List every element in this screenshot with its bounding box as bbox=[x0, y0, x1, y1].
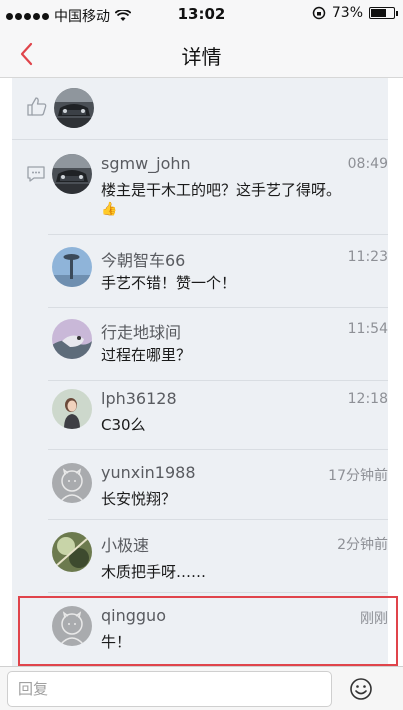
thumbs-up-emoji: 👍 bbox=[101, 202, 118, 217]
divider bbox=[48, 592, 388, 593]
likes-row bbox=[12, 78, 388, 140]
comment-time: 17分钟前 bbox=[328, 468, 388, 484]
comment-item[interactable]: 行走地球间 11:54 过程在哪里？ bbox=[52, 319, 388, 369]
divider bbox=[48, 519, 388, 520]
user-avatar[interactable] bbox=[52, 389, 92, 429]
comment-item[interactable]: yunxin1988 17分钟前 长安悦翔？ bbox=[52, 463, 388, 513]
battery-percent: 73% bbox=[331, 5, 363, 21]
comment-text: 木质把手呀…… bbox=[101, 563, 207, 581]
user-avatar[interactable] bbox=[52, 532, 92, 572]
comment-author[interactable]: sgmw_john bbox=[101, 154, 191, 173]
comment-author[interactable]: 小极速 bbox=[101, 532, 149, 556]
reply-bar bbox=[0, 666, 403, 710]
comment-time: 11:23 bbox=[347, 249, 388, 265]
comment-item[interactable]: 今朝智车66 11:23 手艺不错！赞一个！ bbox=[52, 247, 388, 297]
status-right: 73% bbox=[312, 5, 398, 21]
comment-text: 楼主是干木工的吧？这手艺了得呀。 bbox=[101, 181, 342, 199]
comment-time: 08:49 bbox=[347, 156, 388, 172]
user-avatar[interactable] bbox=[52, 154, 92, 194]
reply-input[interactable] bbox=[7, 671, 332, 707]
page-title: 详情 bbox=[181, 45, 222, 69]
highlight-box bbox=[18, 596, 398, 666]
divider bbox=[48, 234, 388, 235]
comment-text: 过程在哪里？ bbox=[101, 346, 192, 364]
comment-author[interactable]: 今朝智车66 bbox=[101, 247, 185, 271]
user-avatar[interactable] bbox=[52, 247, 92, 287]
rotation-lock-icon bbox=[312, 6, 326, 20]
comment-time: 11:54 bbox=[347, 321, 388, 337]
nav-bar: 详情 bbox=[0, 30, 403, 78]
divider bbox=[48, 380, 388, 381]
smiley-icon bbox=[350, 678, 372, 700]
comment-item[interactable]: lph36128 12:18 C30么 bbox=[52, 389, 388, 439]
user-avatar[interactable] bbox=[52, 463, 92, 503]
comment-item[interactable]: sgmw_john 08:49 楼主是干木工的吧？这手艺了得呀。 👍 bbox=[52, 154, 388, 224]
detail-content: sgmw_john 08:49 楼主是干木工的吧？这手艺了得呀。 👍 今朝智车6… bbox=[12, 78, 388, 666]
comment-time: 12:18 bbox=[347, 391, 388, 407]
comment-icon bbox=[27, 166, 45, 182]
comment-author[interactable]: yunxin1988 bbox=[101, 463, 196, 482]
emoji-button[interactable] bbox=[349, 677, 373, 701]
user-avatar[interactable] bbox=[52, 319, 92, 359]
comment-author[interactable]: 行走地球间 bbox=[101, 319, 181, 343]
comment-text: 长安悦翔？ bbox=[101, 490, 177, 508]
comment-text: 手艺不错！赞一个！ bbox=[101, 274, 237, 292]
status-bar: 中国移动 13:02 73% bbox=[0, 0, 403, 30]
comment-item[interactable]: 小极速 2分钟前 木质把手呀…… bbox=[52, 532, 388, 587]
liker-avatar[interactable] bbox=[54, 88, 94, 128]
comment-text: C30么 bbox=[101, 416, 146, 434]
divider bbox=[48, 307, 388, 308]
comment-author[interactable]: lph36128 bbox=[101, 389, 177, 408]
comment-time: 2分钟前 bbox=[337, 537, 388, 553]
divider bbox=[48, 449, 388, 450]
battery-icon bbox=[369, 7, 398, 19]
thumbs-up-icon bbox=[27, 97, 47, 116]
